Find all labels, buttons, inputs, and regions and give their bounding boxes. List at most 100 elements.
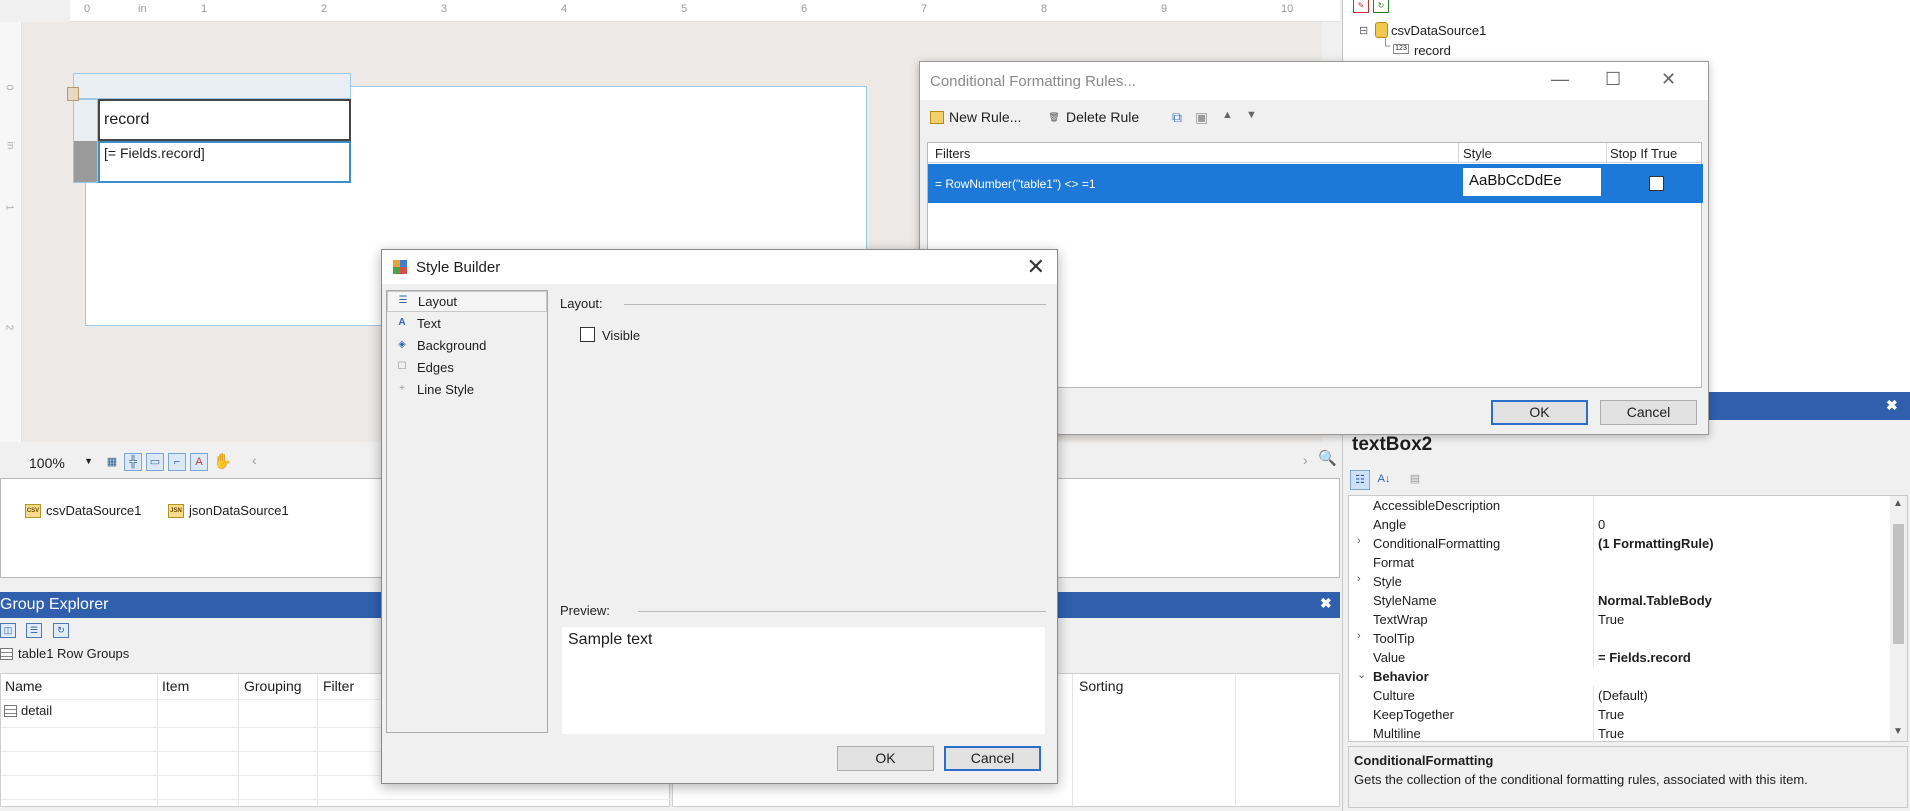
property-row[interactable]: › Style xyxy=(1349,572,1891,591)
property-row[interactable]: Format xyxy=(1349,553,1891,572)
delete-rule-label: Delete Rule xyxy=(1066,109,1140,125)
detail-textbox[interactable]: [= Fields.record] xyxy=(98,141,351,183)
property-row[interactable]: StyleName Normal.TableBody xyxy=(1349,591,1891,610)
property-name: AccessibleDescription xyxy=(1373,498,1501,513)
visible-label: Visible xyxy=(602,328,641,343)
property-value[interactable]: True xyxy=(1598,707,1888,722)
property-value[interactable]: Normal.TableBody xyxy=(1598,593,1888,608)
property-value[interactable]: True xyxy=(1598,726,1888,741)
property-category[interactable]: ⌄ Behavior xyxy=(1349,667,1891,686)
tree-view-icon[interactable]: ◫ xyxy=(0,623,16,638)
table-column-handles[interactable] xyxy=(73,73,351,99)
property-grid: AccessibleDescription Angle 0 › ConditionalF… xyxy=(1348,495,1908,743)
page-icon[interactable]: ▭ xyxy=(146,453,164,471)
copy-icon[interactable]: ⧉ xyxy=(1172,109,1182,126)
scroll-right-icon[interactable]: › xyxy=(1303,452,1308,468)
move-up-icon[interactable]: ▲ xyxy=(1222,109,1233,121)
chevron-right-icon[interactable]: › xyxy=(1357,535,1361,547)
close-icon[interactable]: ✕ xyxy=(1661,69,1676,90)
property-value[interactable]: True xyxy=(1598,612,1888,627)
refresh-icon[interactable]: ↻ xyxy=(1373,0,1389,13)
table-select-handle[interactable] xyxy=(67,87,79,101)
property-row[interactable]: TextWrap True xyxy=(1349,610,1891,629)
search-icon[interactable]: 🔍 xyxy=(1318,449,1337,467)
close-icon[interactable]: ✕ xyxy=(1027,254,1045,280)
selected-row-handle[interactable] xyxy=(74,141,97,182)
property-row[interactable]: KeepTogether True xyxy=(1349,705,1891,724)
snap-grid-icon[interactable]: ╬ xyxy=(124,453,142,471)
nav-item-layout[interactable]: ☰ Layout xyxy=(387,291,547,312)
chevron-right-icon[interactable]: › xyxy=(1357,630,1361,642)
property-value[interactable]: (Default) xyxy=(1598,688,1888,703)
minimize-icon[interactable]: — xyxy=(1551,69,1569,90)
property-row[interactable]: Value = Fields.record xyxy=(1349,648,1891,667)
style-builder-icon xyxy=(393,260,407,274)
ok-button[interactable]: OK xyxy=(837,746,934,771)
property-name: ConditionalFormatting xyxy=(1373,536,1501,551)
chevron-right-icon[interactable]: › xyxy=(1357,573,1361,585)
scroll-left-icon[interactable]: ‹ xyxy=(252,452,257,468)
rulers-icon[interactable]: ⌐ xyxy=(168,453,186,471)
vertical-ruler: 0 in 1 2 xyxy=(0,22,22,442)
sort-az-icon[interactable]: A↓ xyxy=(1374,470,1394,490)
ruler-label: 0 xyxy=(84,3,91,15)
datasource-item[interactable]: CSV csvDataSource1 xyxy=(25,503,141,518)
property-row[interactable]: AccessibleDescription xyxy=(1349,496,1891,515)
move-down-icon[interactable]: ▼ xyxy=(1246,109,1257,121)
table-row[interactable]: = RowNumber("table1") <> =1 AaBbCcDdEe xyxy=(928,164,1703,203)
header-textbox[interactable]: record xyxy=(98,99,351,141)
cancel-button[interactable]: Cancel xyxy=(1600,400,1697,425)
hand-icon[interactable]: ✋ xyxy=(212,453,232,471)
new-rule-button[interactable]: New Rule... xyxy=(930,109,1021,125)
list-view-icon[interactable]: ☰ xyxy=(26,623,42,638)
zoom-select[interactable]: 100% ▼ xyxy=(27,452,97,474)
property-row[interactable]: › ToolTip xyxy=(1349,629,1891,648)
cancel-button[interactable]: Cancel xyxy=(944,746,1041,771)
paste-icon[interactable]: ▣ xyxy=(1195,109,1208,126)
property-name: Format xyxy=(1373,555,1415,570)
description-text: Gets the collection of the conditional f… xyxy=(1354,772,1808,787)
ruler-label: 6 xyxy=(801,3,808,15)
text-icon[interactable]: A xyxy=(190,453,208,471)
column-header: Sorting xyxy=(1079,678,1124,694)
property-row[interactable]: Multiline True xyxy=(1349,724,1891,743)
property-row[interactable]: Culture (Default) xyxy=(1349,686,1891,705)
stop-if-true-checkbox[interactable] xyxy=(1649,176,1664,191)
property-name: Value xyxy=(1373,650,1406,665)
datasource-item[interactable]: JSN jsonDataSource1 xyxy=(168,503,289,518)
collapse-icon[interactable]: ⊟ xyxy=(1359,24,1368,37)
tree-root-label[interactable]: csvDataSource1 xyxy=(1391,23,1486,38)
nav-item-background[interactable]: ◈ Background xyxy=(387,335,547,356)
chevron-down-icon[interactable]: ⌄ xyxy=(1357,668,1366,681)
maximize-icon[interactable]: ☐ xyxy=(1605,69,1621,90)
categorized-icon[interactable]: ☷ xyxy=(1350,470,1370,490)
rule-style-preview[interactable]: AaBbCcDdEe xyxy=(1463,168,1601,196)
grid-icon[interactable]: ▦ xyxy=(103,453,121,471)
nav-item-text[interactable]: A Text xyxy=(387,313,547,334)
chevron-up-icon[interactable]: ▲ xyxy=(1893,498,1903,509)
property-value[interactable]: = Fields.record xyxy=(1598,650,1888,665)
close-icon[interactable]: ✖ xyxy=(1320,595,1332,612)
property-row[interactable]: Angle 0 xyxy=(1349,515,1891,534)
ok-button[interactable]: OK xyxy=(1491,400,1588,425)
delete-rule-button[interactable]: 🗑 Delete Rule xyxy=(1047,109,1139,125)
property-value[interactable]: 0 xyxy=(1598,517,1888,532)
refresh-icon[interactable]: ↻ xyxy=(53,623,69,638)
nav-item-edges[interactable]: ☐ Edges xyxy=(387,357,547,378)
property-value[interactable]: (1 FormattingRule) xyxy=(1598,536,1888,551)
scroll-thumb[interactable] xyxy=(1893,524,1904,644)
property-scrollbar[interactable]: ▲ ▼ xyxy=(1890,496,1907,741)
datasource-label: jsonDataSource1 xyxy=(189,503,289,518)
table-row[interactable]: detail xyxy=(4,703,52,718)
property-name: Culture xyxy=(1373,688,1415,703)
property-row[interactable]: › ConditionalFormatting (1 FormattingRule) xyxy=(1349,534,1891,553)
visible-checkbox[interactable] xyxy=(580,327,595,342)
nav-item-line-style[interactable]: + Line Style xyxy=(387,379,547,400)
close-icon[interactable]: ✖ xyxy=(1886,397,1898,414)
dialog-title: Conditional Formatting Rules... xyxy=(930,73,1136,90)
edit-icon[interactable]: ✎ xyxy=(1353,0,1369,13)
chevron-down-icon[interactable]: ▼ xyxy=(1893,726,1903,737)
property-pages-icon[interactable]: ▤ xyxy=(1405,470,1425,490)
column-header: Filters xyxy=(935,146,971,161)
tree-child-label[interactable]: record xyxy=(1414,43,1451,58)
